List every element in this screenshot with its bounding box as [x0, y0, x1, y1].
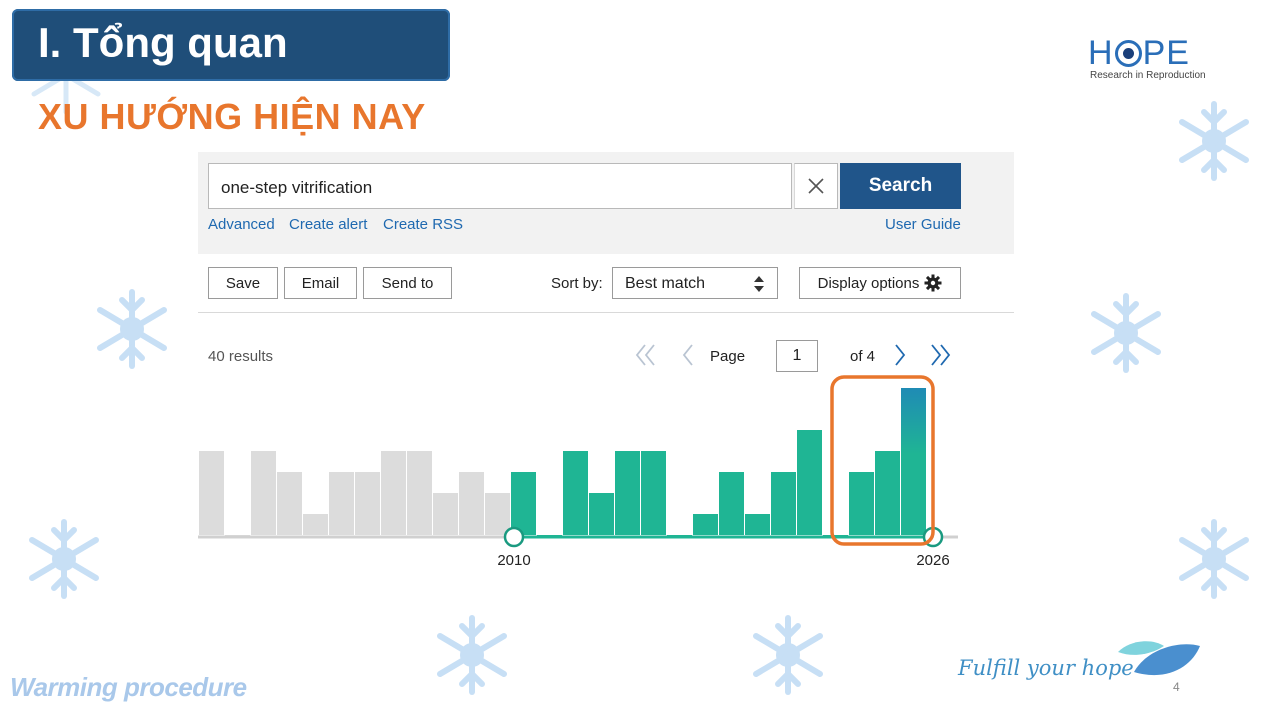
slide-title-box: I. Tổng quan	[12, 9, 450, 81]
hope-logo: H PE Research in Reproduction	[1088, 34, 1208, 84]
histogram-bar[interactable]	[459, 472, 484, 535]
slide-title: I. Tổng quan	[38, 19, 288, 66]
histogram-bar[interactable]	[563, 451, 588, 535]
histogram-bar[interactable]	[485, 493, 510, 535]
histogram-bar[interactable]	[719, 472, 744, 535]
histogram-bar[interactable]	[511, 472, 536, 535]
histogram-bar[interactable]	[849, 472, 874, 535]
snowflake-icon	[748, 610, 828, 700]
snowflake-icon	[1174, 514, 1254, 604]
histogram-bar[interactable]	[771, 472, 796, 535]
histogram-bar[interactable]	[433, 493, 458, 535]
logo-tagline: Research in Reproduction	[1090, 70, 1206, 81]
histogram-bar[interactable]	[381, 451, 406, 535]
footer-left-label: Warming procedure	[10, 672, 247, 702]
snowflake-icon	[1086, 288, 1166, 378]
range-end-label: 2026	[916, 552, 949, 569]
sort-arrows-icon	[754, 276, 764, 292]
first-page-icon[interactable]	[634, 342, 658, 368]
histogram-bar[interactable]	[251, 451, 276, 535]
close-icon	[808, 178, 824, 194]
sort-select[interactable]: Best match	[612, 267, 778, 299]
search-button[interactable]: Search	[840, 163, 961, 209]
sort-value: Best match	[625, 275, 706, 292]
logo-word-right: PE	[1142, 34, 1190, 72]
snowflake-icon	[432, 610, 512, 700]
pubmed-screenshot: one-step vitrification Search Advanced C…	[198, 152, 1014, 572]
histogram-bar[interactable]	[199, 451, 224, 535]
gear-icon	[924, 274, 942, 292]
display-options-label: Display options	[817, 274, 920, 292]
histogram-bar[interactable]	[329, 472, 354, 535]
email-button[interactable]: Email	[284, 267, 357, 299]
range-start-handle[interactable]	[503, 526, 525, 548]
page-total: of 4	[850, 348, 876, 365]
leaf-logo-icon	[1118, 641, 1200, 676]
previous-page-icon[interactable]	[678, 342, 702, 368]
search-bar-area: one-step vitrification Search Advanced C…	[198, 152, 1014, 254]
histogram-bar[interactable]	[641, 451, 666, 535]
clear-search-button[interactable]	[794, 163, 838, 209]
divider	[198, 312, 1014, 313]
logo-word-left: H	[1088, 34, 1114, 72]
footer-right-label: Fulfill your hope	[958, 656, 1134, 680]
snowflake-icon	[1174, 96, 1254, 186]
range-start-label: 2010	[497, 552, 530, 569]
eye-icon	[1114, 40, 1142, 67]
page-label: Page	[710, 348, 746, 365]
histogram-bar[interactable]	[303, 514, 328, 535]
histogram-bar[interactable]	[589, 493, 614, 535]
histogram-bar[interactable]	[407, 451, 432, 535]
histogram-bar[interactable]	[797, 430, 822, 535]
histogram-bar[interactable]	[875, 451, 900, 535]
timeline-histogram[interactable]: 2010 2026	[198, 374, 1014, 572]
results-count: 40 results	[208, 348, 274, 365]
histogram-bar[interactable]	[615, 451, 640, 535]
histogram-bar[interactable]	[277, 472, 302, 535]
create-rss-link[interactable]: Create RSS	[383, 216, 463, 233]
slide-subtitle: XU HƯỚNG HIỆN NAY	[38, 96, 426, 137]
page-number: 4	[1173, 680, 1180, 694]
histogram-bar[interactable]	[355, 472, 380, 535]
snowflake-icon	[92, 284, 172, 374]
display-options-button[interactable]: Display options	[799, 267, 961, 299]
save-button[interactable]: Save	[208, 267, 278, 299]
user-guide-link[interactable]: User Guide	[885, 216, 961, 233]
histogram-bar[interactable]	[901, 388, 926, 535]
next-page-icon[interactable]	[888, 342, 912, 368]
histogram-bar[interactable]	[745, 514, 770, 535]
histogram-bar[interactable]	[693, 514, 718, 535]
last-page-icon[interactable]	[928, 342, 952, 368]
advanced-link[interactable]: Advanced	[208, 216, 275, 233]
send-to-button[interactable]: Send to	[363, 267, 452, 299]
search-input[interactable]: one-step vitrification	[208, 163, 792, 209]
snowflake-icon	[24, 514, 104, 604]
page-number-input[interactable]: 1	[776, 340, 818, 372]
create-alert-link[interactable]: Create alert	[289, 216, 367, 233]
sort-label: Sort by:	[551, 275, 603, 292]
